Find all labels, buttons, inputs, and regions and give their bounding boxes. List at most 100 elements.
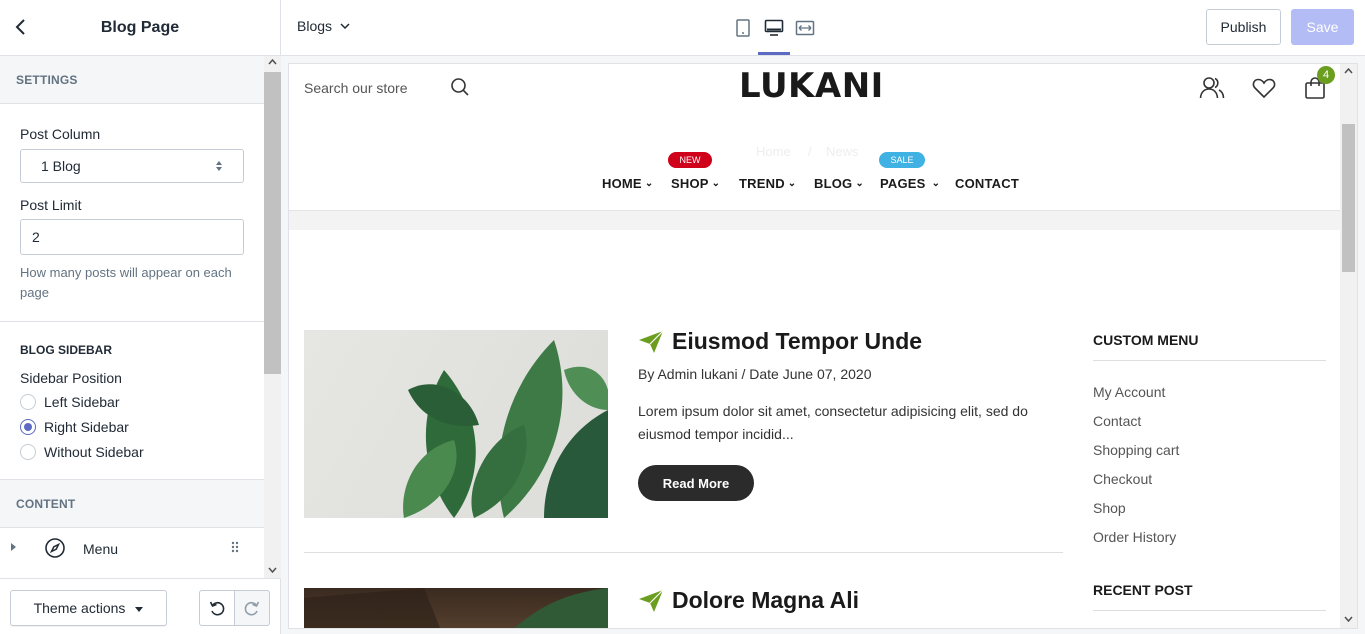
blog-sidebar-heading: BLOG SIDEBAR xyxy=(20,343,113,357)
caret-down-icon xyxy=(135,607,144,612)
post-limit-label: Post Limit xyxy=(20,197,82,213)
radio-label: Right Sidebar xyxy=(44,418,129,435)
paper-plane-icon xyxy=(638,330,664,354)
post-settings-group: Post Column 1 Blog Post Limit 2 How many… xyxy=(0,104,264,322)
theme-actions-button[interactable]: Theme actions xyxy=(10,590,167,626)
chevron-down-icon xyxy=(340,23,350,29)
nav-label: CONTACT xyxy=(955,176,1019,191)
post-title-2[interactable]: Dolore Magna Ali xyxy=(638,587,859,614)
radio-button-selected[interactable] xyxy=(20,418,36,435)
undo-button[interactable] xyxy=(199,590,235,626)
menu-link-contact[interactable]: Contact xyxy=(1093,413,1141,429)
post-image-2[interactable] xyxy=(304,588,608,628)
editor-topbar: Blogs Publish Save xyxy=(281,0,1365,56)
content-item-menu[interactable]: Menu xyxy=(0,528,264,568)
radio-right-sidebar[interactable]: Right Sidebar xyxy=(20,414,244,439)
publish-button[interactable]: Publish xyxy=(1206,9,1281,45)
header-divider xyxy=(289,210,1342,230)
post-column-select[interactable]: 1 Blog xyxy=(20,149,244,183)
undo-icon xyxy=(208,599,226,617)
redo-icon xyxy=(243,599,261,617)
scroll-down-icon[interactable] xyxy=(268,567,277,573)
menu-link-order-history[interactable]: Order History xyxy=(1093,529,1176,545)
chevron-down-icon: ⌄ xyxy=(931,178,941,189)
chevron-down-icon: ⌄ xyxy=(711,178,721,189)
nav-label: BLOG xyxy=(814,176,853,191)
search-icon[interactable] xyxy=(449,76,471,98)
breadcrumb-home[interactable]: Home xyxy=(756,144,791,159)
select-arrows-icon xyxy=(215,160,223,172)
menu-link-my-account[interactable]: My Account xyxy=(1093,384,1165,400)
store-logo[interactable]: LUKANI xyxy=(739,66,884,106)
settings-heading: SETTINGS xyxy=(0,56,264,104)
radio-button[interactable] xyxy=(20,393,36,410)
post-image-plant-leaves[interactable] xyxy=(304,330,608,518)
store-search-input[interactable]: Search our store xyxy=(304,80,408,96)
nav-contact[interactable]: CONTACT xyxy=(955,176,1019,191)
read-more-button[interactable]: Read More xyxy=(638,465,754,501)
chevron-down-icon: ⌄ xyxy=(855,178,864,189)
breadcrumb-separator: / xyxy=(808,144,812,159)
nav-label: TREND xyxy=(739,176,785,191)
post-title-text: Eiusmod Tempor Unde xyxy=(672,328,923,354)
new-badge: NEW xyxy=(668,152,712,168)
scroll-down-icon[interactable] xyxy=(1344,616,1353,622)
sidebar-scrollbar[interactable] xyxy=(264,56,281,578)
nav-trend[interactable]: TREND ⌄ xyxy=(739,176,796,191)
fullwidth-icon[interactable] xyxy=(792,15,818,41)
store-preview-frame: Search our store LUKANI 4 Home / News HO… xyxy=(288,63,1358,629)
sidebar-title: Blog Page xyxy=(100,18,180,36)
theme-actions-label: Theme actions xyxy=(33,600,126,616)
nav-home[interactable]: HOME ⌄ xyxy=(602,176,653,191)
content-heading: CONTENT xyxy=(0,480,264,528)
blog-sidebar-group: BLOG SIDEBAR Sidebar Position Left Sideb… xyxy=(0,322,264,480)
menu-link-checkout[interactable]: Checkout xyxy=(1093,471,1152,487)
nav-blog[interactable]: BLOG ⌄ xyxy=(814,176,864,191)
back-arrow-icon[interactable] xyxy=(10,16,32,38)
post-limit-input[interactable]: 2 xyxy=(20,219,244,255)
expand-caret-icon[interactable] xyxy=(10,542,18,552)
radio-button[interactable] xyxy=(20,443,36,460)
scroll-up-icon[interactable] xyxy=(268,59,277,65)
scrollbar-thumb[interactable] xyxy=(264,72,281,374)
nav-pages[interactable]: PAGES ⌄ xyxy=(880,176,940,191)
nav-label: SHOP xyxy=(671,176,709,191)
custom-menu-title: CUSTOM MENU xyxy=(1093,332,1326,361)
paper-plane-icon xyxy=(638,589,664,613)
mobile-icon[interactable] xyxy=(730,15,756,41)
post-divider xyxy=(304,552,1063,553)
content-item-label: Menu xyxy=(83,541,119,557)
radio-without-sidebar[interactable]: Without Sidebar xyxy=(20,439,244,464)
post-excerpt-1: Lorem ipsum dolor sit amet, consectetur … xyxy=(638,403,1028,442)
settings-scroll-area: SETTINGS Post Column 1 Blog Post Limit 2… xyxy=(0,56,264,578)
nav-label: PAGES xyxy=(880,176,926,191)
sidebar-header: Blog Page xyxy=(0,0,280,56)
nav-label: HOME xyxy=(602,176,642,191)
wishlist-heart-icon[interactable] xyxy=(1250,74,1278,102)
active-device-indicator xyxy=(758,52,790,55)
save-button[interactable]: Save xyxy=(1291,9,1354,45)
menu-link-shop[interactable]: Shop xyxy=(1093,500,1126,516)
page-selector[interactable]: Blogs xyxy=(297,18,350,34)
post-title-text: Dolore Magna Ali xyxy=(672,587,859,613)
scrollbar-thumb[interactable] xyxy=(1342,124,1355,272)
drag-handle-icon[interactable] xyxy=(231,541,239,553)
preview-scrollbar[interactable] xyxy=(1340,64,1357,628)
compass-icon xyxy=(44,537,66,559)
radio-left-sidebar[interactable]: Left Sidebar xyxy=(20,389,244,414)
sidebar-position-label: Sidebar Position xyxy=(20,370,122,386)
breadcrumb-current: News xyxy=(826,144,859,159)
account-icon[interactable] xyxy=(1198,74,1226,102)
post-column-value: 1 Blog xyxy=(41,158,81,174)
nav-shop[interactable]: SHOP ⌄ xyxy=(671,176,720,191)
cart-count-badge: 4 xyxy=(1317,66,1335,84)
post-limit-help: How many posts will appear on each page xyxy=(20,265,232,300)
editor-sidebar: Blog Page SETTINGS Post Column 1 Blog Po… xyxy=(0,0,281,634)
desktop-icon[interactable] xyxy=(761,15,787,41)
redo-button[interactable] xyxy=(234,590,270,626)
scroll-up-icon[interactable] xyxy=(1344,68,1353,74)
menu-link-shopping-cart[interactable]: Shopping cart xyxy=(1093,442,1179,458)
post-title-1[interactable]: Eiusmod Tempor Unde xyxy=(638,328,922,355)
radio-label: Without Sidebar xyxy=(44,443,144,460)
sidebar-footer: Theme actions xyxy=(0,578,280,634)
